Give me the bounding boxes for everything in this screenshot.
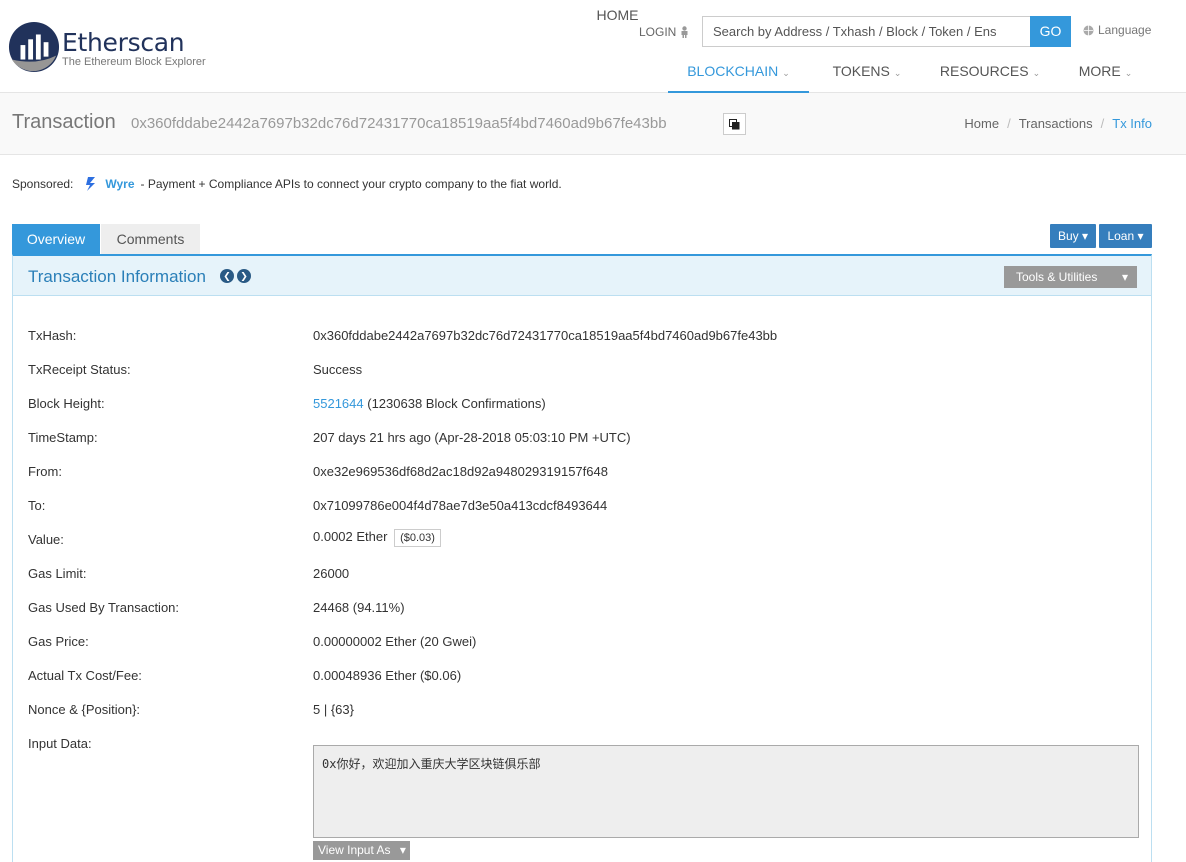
input-label: Input Data: [28,736,92,751]
breadcrumb-separator: / [1100,116,1105,131]
language-label: Language [1098,23,1152,37]
search-input[interactable]: Search by Address / Txhash / Block / Tok… [702,16,1030,47]
timestamp-label: TimeStamp: [28,430,98,445]
from-address-link[interactable]: 0xe32e969536df68d2ac18d92a948029319157f6… [313,464,608,479]
block-link[interactable]: 5521644 [313,396,364,411]
txhash-value: 0x360fddabe2442a7697b32dc76d72431770ca18… [313,328,778,343]
value-ether: 0.0002 Ether [313,529,388,544]
transaction-panel: Transaction Information ❮ ❯ Tools & Util… [12,254,1152,862]
search-go-button[interactable]: GO [1030,16,1071,47]
status-label: TxReceipt Status: [28,362,131,377]
breadcrumb-home[interactable]: Home [964,116,999,131]
next-tx-icon[interactable]: ❯ [237,269,251,283]
timestamp-value: 207 days 21 hrs ago (Apr-28-2018 05:03:1… [313,430,631,445]
tx-nav-arrows: ❮ ❯ [220,269,251,283]
copy-icon [729,118,740,129]
previous-tx-icon[interactable]: ❮ [220,269,234,283]
sponsor-text: - Payment + Compliance APIs to connect y… [140,177,562,191]
tab-overview[interactable]: Overview [12,224,100,254]
language-selector[interactable]: Language [1083,23,1151,37]
gas-used-value: 24468 (94.11%) [313,600,405,615]
block-label: Block Height: [28,396,105,411]
nav-blockchain[interactable]: BLOCKCHAIN ⌄ [668,56,809,93]
globe-icon [1083,25,1094,35]
page-title: Transaction [12,111,116,133]
tab-comments[interactable]: Comments [101,224,200,254]
panel-title: Transaction Information [28,267,206,286]
view-input-label: View Input As [318,843,391,857]
chevron-down-icon: ⌄ [1032,68,1041,78]
tools-label: Tools & Utilities [1016,270,1098,284]
gas-limit-label: Gas Limit: [28,566,87,581]
gas-used-label: Gas Used By Transaction: [28,600,180,615]
breadcrumb: Home / Transactions / Tx Info [964,116,1152,131]
tools-utilities-button[interactable]: Tools & Utilities ▾ [1004,266,1137,288]
panel-header: Transaction Information ❮ ❯ Tools & Util… [13,256,1151,296]
nonce-label: Nonce & {Position}: [28,702,141,717]
chevron-down-icon: ⌄ [1124,68,1133,78]
page-tx-hash: 0x360fddabe2442a7697b32dc76d72431770ca18… [131,115,667,132]
user-icon [681,26,688,38]
chevron-down-icon: ⌄ [893,68,902,78]
txhash-label: TxHash: [28,328,77,343]
nav-tokens[interactable]: TOKENS ⌄ [822,56,912,93]
breadcrumb-transactions[interactable]: Transactions [1019,116,1093,131]
caret-down-icon: ▾ [1082,229,1089,243]
input-data-textarea[interactable]: 0x你好，欢迎加入重庆大学区块链俱乐部 [313,745,1139,838]
block-confirmations: (1230638 Block Confirmations) [367,396,546,411]
nav-more-label: MORE [1078,63,1121,79]
sponsored-label: Sponsored: [12,177,74,191]
from-label: From: [28,464,62,479]
status-value: Success [313,362,363,377]
to-address-link[interactable]: 0x71099786e004f4d78ae7d3e50a413cdcf84936… [313,498,607,513]
copy-button[interactable] [723,113,746,135]
chevron-down-icon: ⌄ [782,68,790,78]
page-title-bar: Transaction 0x360fddabe2442a7697b32dc76d… [0,93,1186,155]
value-wrap: 0.0002 Ether ($0.03) [313,529,441,547]
gas-price-label: Gas Price: [28,634,89,649]
nav-resources-label: RESOURCES [939,63,1029,79]
caret-down-icon: ▾ [1137,229,1144,243]
brand-name[interactable]: Etherscan [62,28,185,57]
nonce-value: 5 | {63} [313,702,354,717]
breadcrumb-current: Tx Info [1112,116,1152,131]
nav-more[interactable]: MORE ⌄ [1068,56,1143,93]
nav-resources[interactable]: RESOURCES ⌄ [930,56,1050,93]
sponsored-banner: Sponsored: Wyre - Payment + Compliance A… [12,176,562,192]
caret-down-icon: ▾ [399,843,406,857]
nav-blockchain-label: BLOCKCHAIN [687,63,779,79]
value-usd-badge: ($0.03) [394,529,441,547]
site-header: Etherscan The Ethereum Block Explorer LO… [0,0,1186,93]
nav-tokens-label: TOKENS [832,63,890,79]
buy-button[interactable]: Buy ▾ [1050,224,1096,248]
fee-label: Actual Tx Cost/Fee: [28,668,142,683]
buy-button-label: Buy [1057,229,1079,243]
nav-home-label: HOME [596,7,639,23]
loan-button-label: Loan [1107,229,1135,243]
gas-limit-value: 26000 [313,566,350,581]
etherscan-logo-icon[interactable] [8,20,60,74]
gas-price-value: 0.00000002 Ether (20 Gwei) [313,634,477,649]
brand-tagline: The Ethereum Block Explorer [62,56,206,68]
loan-button[interactable]: Loan ▾ [1099,224,1152,248]
nav-home[interactable]: HOME [585,0,650,37]
fee-value: 0.00048936 Ether ($0.06) [313,668,462,683]
to-label: To: [28,498,46,513]
view-input-as-button[interactable]: View Input As ▾ [313,841,410,860]
caret-down-icon: ▾ [1121,270,1128,284]
block-value-wrap: 5521644 (1230638 Block Confirmations) [313,396,546,411]
breadcrumb-separator: / [1007,116,1011,131]
value-label: Value: [28,532,64,547]
sponsor-link[interactable]: Wyre [105,177,134,191]
wyre-logo-icon [86,177,96,191]
